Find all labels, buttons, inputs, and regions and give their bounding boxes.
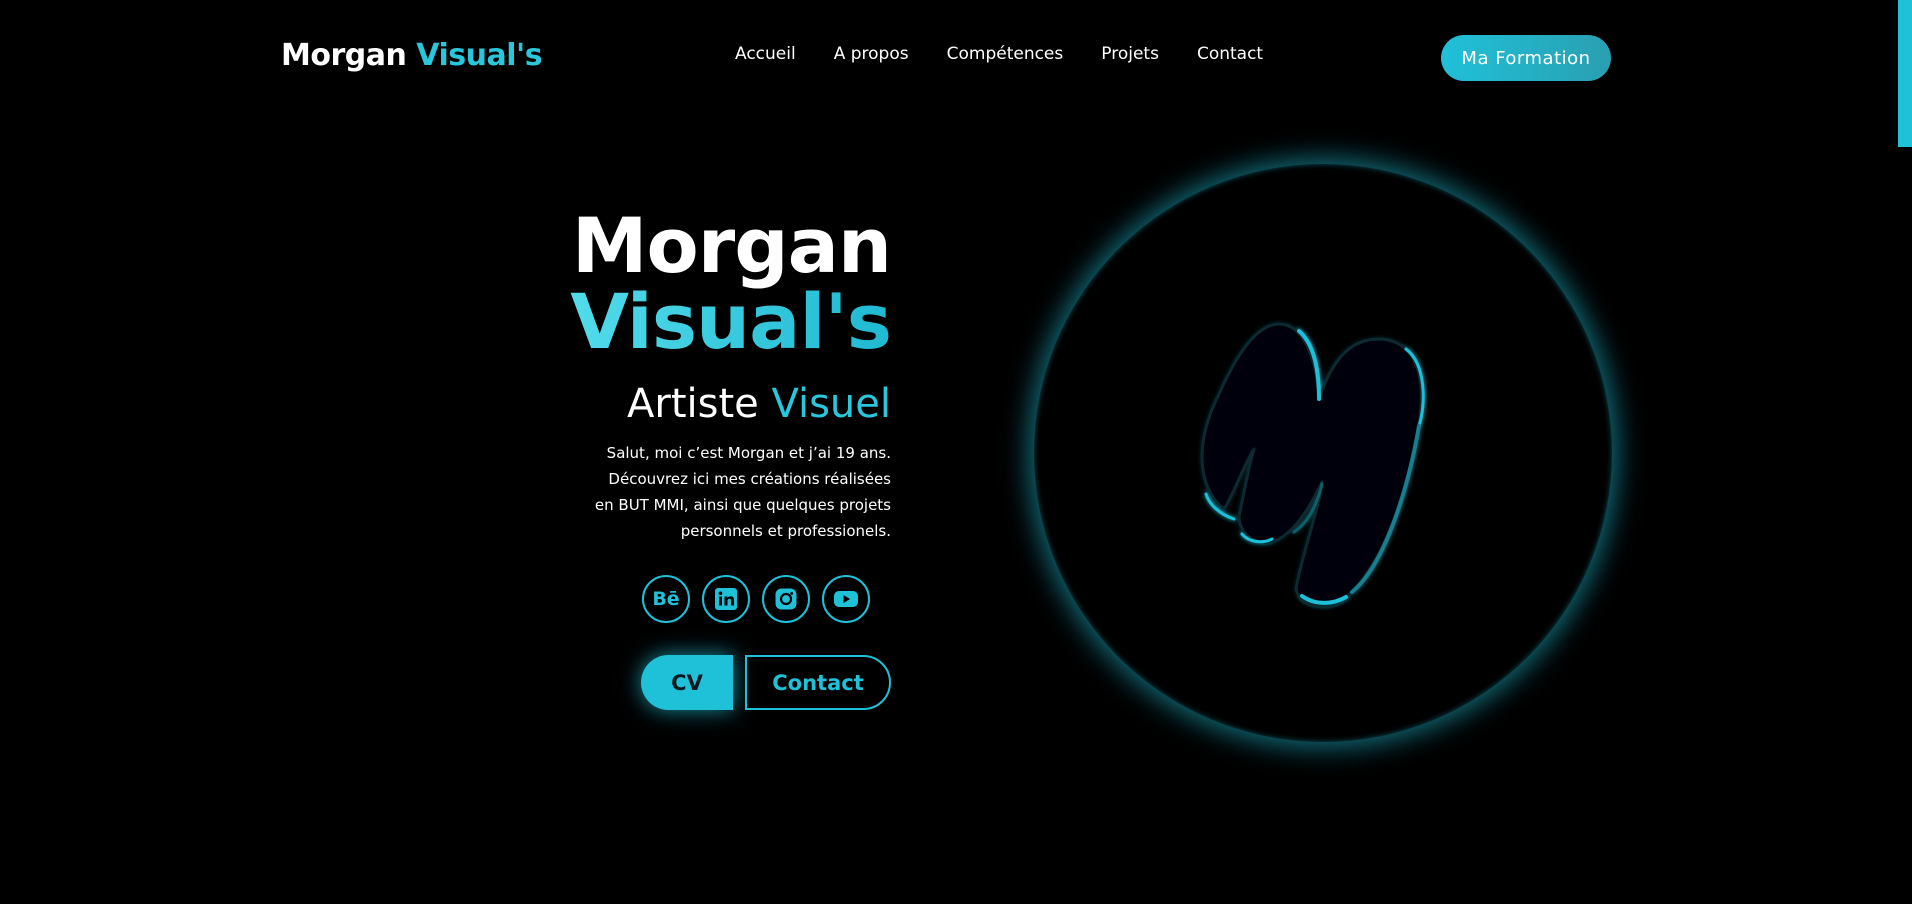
nav-item-competences[interactable]: Compétences (947, 44, 1064, 64)
behance-icon: Bē (652, 588, 680, 610)
hero-description: Salut, moi c’est Morgan et j’ai 19 ans. … (594, 444, 891, 540)
hero-title: Morgan Visual's (471, 201, 892, 360)
brand-name: Morgan (281, 38, 407, 73)
cv-button[interactable]: CV (641, 655, 733, 710)
hero-subtitle-accent: Visuel (771, 381, 891, 427)
hero-text: Morgan Visual's Artiste Visuel Salut, mo… (471, 201, 892, 559)
nav-item-a-propos[interactable]: A propos (834, 44, 909, 64)
ma-formation-button[interactable]: Ma Formation (1441, 35, 1611, 81)
instagram-link[interactable] (762, 575, 810, 623)
nav-item-contact[interactable]: Contact (1197, 44, 1263, 64)
hero-title-line2: Visual's (471, 284, 892, 360)
linkedin-icon (715, 588, 737, 610)
hero-title-line1: Morgan (571, 201, 892, 290)
social-links: Bē (642, 575, 870, 623)
youtube-icon (834, 591, 858, 607)
nav-item-projets[interactable]: Projets (1101, 44, 1159, 64)
contact-button[interactable]: Contact (745, 655, 891, 710)
brand-name-accent: Visual's (416, 38, 543, 73)
m-logo-icon (1200, 322, 1425, 608)
brand-logo[interactable]: Morgan Visual's (281, 38, 543, 73)
scroll-indicator[interactable] (1898, 0, 1912, 147)
youtube-link[interactable] (822, 575, 870, 623)
logo-circle (1034, 164, 1612, 742)
nav-item-accueil[interactable]: Accueil (735, 44, 796, 64)
hero-subtitle: Artiste Visuel (471, 382, 891, 426)
hero-subtitle-main: Artiste (627, 381, 759, 427)
linkedin-link[interactable] (702, 575, 750, 623)
instagram-icon (775, 588, 797, 610)
main-nav: Accueil A propos Compétences Projets Con… (735, 44, 1263, 64)
behance-link[interactable]: Bē (642, 575, 690, 623)
